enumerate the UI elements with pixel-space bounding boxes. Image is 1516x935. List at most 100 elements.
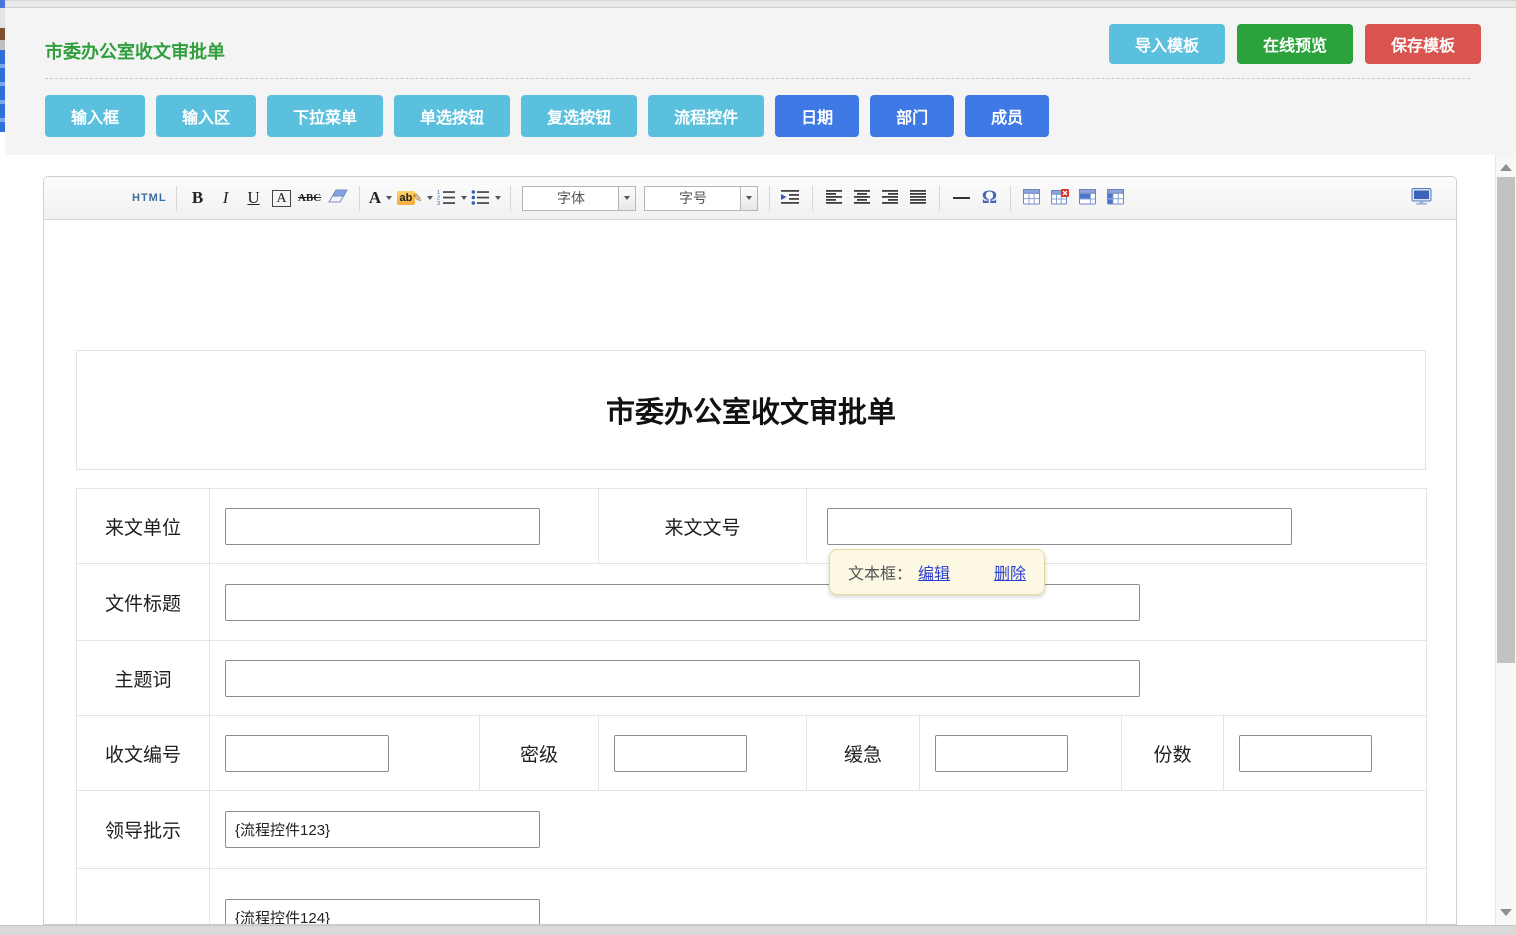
screen: 市委办公室收文审批单 导入模板 在线预览 保存模板 输入框 输入区 下拉菜单 单…: [0, 0, 1516, 935]
office-opinion-input[interactable]: [225, 899, 540, 925]
maximize-button[interactable]: [1408, 183, 1436, 213]
underline-button[interactable]: U: [240, 183, 268, 213]
edit-link[interactable]: 编辑: [918, 560, 950, 584]
scrollbar-thumb[interactable]: [1497, 177, 1515, 663]
template-actions: 导入模板 在线预览 保存模板: [1109, 24, 1481, 64]
delete-table-button[interactable]: [1046, 183, 1074, 213]
font-size-select[interactable]: 字号: [644, 186, 758, 211]
editor-toolbar: HTML B I U A ABC A ab✎ 123 字体: [44, 177, 1456, 220]
ordered-list-button[interactable]: 123: [435, 183, 469, 213]
add-radio-button[interactable]: 单选按钮: [394, 95, 510, 137]
toolbar-separator: [769, 186, 770, 211]
subject-words-label: 主题词: [77, 641, 210, 716]
tooltip-label: 文本框：: [848, 560, 912, 584]
toolbar-separator: [510, 186, 511, 211]
horizontal-rule-icon: [953, 197, 970, 199]
chevron-down-icon: [386, 196, 392, 200]
toolbar-separator: [812, 186, 813, 211]
unordered-list-button[interactable]: [469, 183, 503, 213]
align-center-button[interactable]: [848, 183, 876, 213]
toolbar-separator: [939, 186, 940, 211]
approval-form-table: 来文单位 来文文号 文件标题 主题词 收文编号 密级: [76, 488, 1427, 925]
leader-comments-input[interactable]: [225, 811, 540, 848]
font-color-button[interactable]: A: [367, 183, 395, 213]
receipt-no-label: 收文编号: [77, 716, 210, 791]
add-input-box-button[interactable]: 输入框: [45, 95, 145, 137]
table-row: 来文单位 来文文号: [77, 489, 1427, 564]
source-doc-no-input[interactable]: [827, 508, 1292, 545]
form-title: 市委办公室收文审批单: [606, 389, 896, 431]
editor-canvas[interactable]: 市委办公室收文审批单 来文单位 来文文号 文件标题 主: [44, 220, 1456, 925]
align-left-icon: [826, 190, 843, 207]
align-right-button[interactable]: [876, 183, 904, 213]
add-member-button[interactable]: 成员: [965, 95, 1049, 137]
field-buttons: 输入框 输入区 下拉菜单 单选按钮 复选按钮 流程控件 日期 部门 成员: [45, 95, 1049, 137]
font-family-select[interactable]: 字体: [522, 186, 636, 211]
add-textarea-button[interactable]: 输入区: [156, 95, 256, 137]
secrecy-label: 密级: [480, 716, 599, 791]
table-row: 收文编号 密级 缓急 份数: [77, 716, 1427, 791]
align-center-icon: [854, 190, 871, 207]
copies-label: 份数: [1122, 716, 1224, 791]
add-dropdown-button[interactable]: 下拉菜单: [267, 95, 383, 137]
pencil-icon: ✎: [412, 191, 422, 205]
save-template-button[interactable]: 保存模板: [1365, 24, 1481, 64]
indent-button[interactable]: [777, 183, 805, 213]
chevron-down-icon: [427, 196, 433, 200]
align-right-icon: [882, 190, 899, 207]
italic-button[interactable]: I: [212, 183, 240, 213]
align-justify-icon: [910, 190, 927, 207]
table-row: 主题词: [77, 641, 1427, 716]
special-character-button[interactable]: Ω: [975, 183, 1003, 213]
add-department-button[interactable]: 部门: [870, 95, 954, 137]
table-row: 领导批示: [77, 791, 1427, 869]
source-unit-input[interactable]: [225, 508, 540, 545]
textbox-context-tooltip: 文本框： 编辑 删除: [829, 549, 1045, 595]
bold-button[interactable]: B: [184, 183, 212, 213]
insert-table-button[interactable]: [1018, 183, 1046, 213]
scroll-up-arrow-icon[interactable]: [1500, 164, 1512, 171]
table-icon: [1023, 189, 1041, 208]
import-template-button[interactable]: 导入模板: [1109, 24, 1225, 64]
subject-words-input[interactable]: [225, 660, 1140, 697]
eraser-icon: [328, 189, 348, 207]
toolbar-separator: [176, 186, 177, 211]
chevron-down-icon: [746, 196, 752, 200]
window-bottom-bar: [0, 925, 1516, 935]
inline-style-button[interactable]: A: [268, 183, 296, 213]
scroll-down-arrow-icon[interactable]: [1500, 909, 1512, 916]
source-doc-no-label: 来文文号: [599, 489, 807, 564]
vertical-scrollbar[interactable]: [1495, 155, 1516, 925]
monitor-icon: [1411, 188, 1433, 208]
ordered-list-icon: 123: [437, 189, 456, 208]
strikethrough-button[interactable]: ABC: [296, 183, 324, 213]
window-left-edge: [0, 0, 5, 132]
receipt-no-input[interactable]: [225, 735, 389, 772]
remove-format-button[interactable]: [324, 183, 352, 213]
window-top-edge: [0, 0, 1516, 8]
unordered-list-icon: [471, 189, 490, 208]
add-date-button[interactable]: 日期: [775, 95, 859, 137]
add-checkbox-button[interactable]: 复选按钮: [521, 95, 637, 137]
online-preview-button[interactable]: 在线预览: [1237, 24, 1353, 64]
secrecy-input[interactable]: [614, 735, 747, 772]
chevron-down-icon: [624, 196, 630, 200]
horizontal-rule-button[interactable]: [947, 183, 975, 213]
align-left-button[interactable]: [820, 183, 848, 213]
copies-input[interactable]: [1239, 735, 1372, 772]
table-cell-properties-icon: [1079, 189, 1097, 208]
table-row-properties-button[interactable]: [1102, 183, 1130, 213]
page-title: 市委办公室收文审批单: [45, 38, 225, 64]
urgency-input[interactable]: [935, 735, 1068, 772]
chevron-down-icon: [461, 196, 467, 200]
align-justify-button[interactable]: [904, 183, 932, 213]
highlight-color-button[interactable]: ab✎: [395, 183, 436, 213]
table-cell-properties-button[interactable]: [1074, 183, 1102, 213]
source-html-button[interactable]: HTML: [130, 183, 169, 213]
source-unit-label: 来文单位: [77, 489, 210, 564]
table-row: 文件标题: [77, 564, 1427, 641]
delete-link[interactable]: 删除: [994, 560, 1026, 584]
header-divider: [45, 78, 1470, 79]
svg-text:3: 3: [437, 201, 440, 205]
add-flow-control-button[interactable]: 流程控件: [648, 95, 764, 137]
